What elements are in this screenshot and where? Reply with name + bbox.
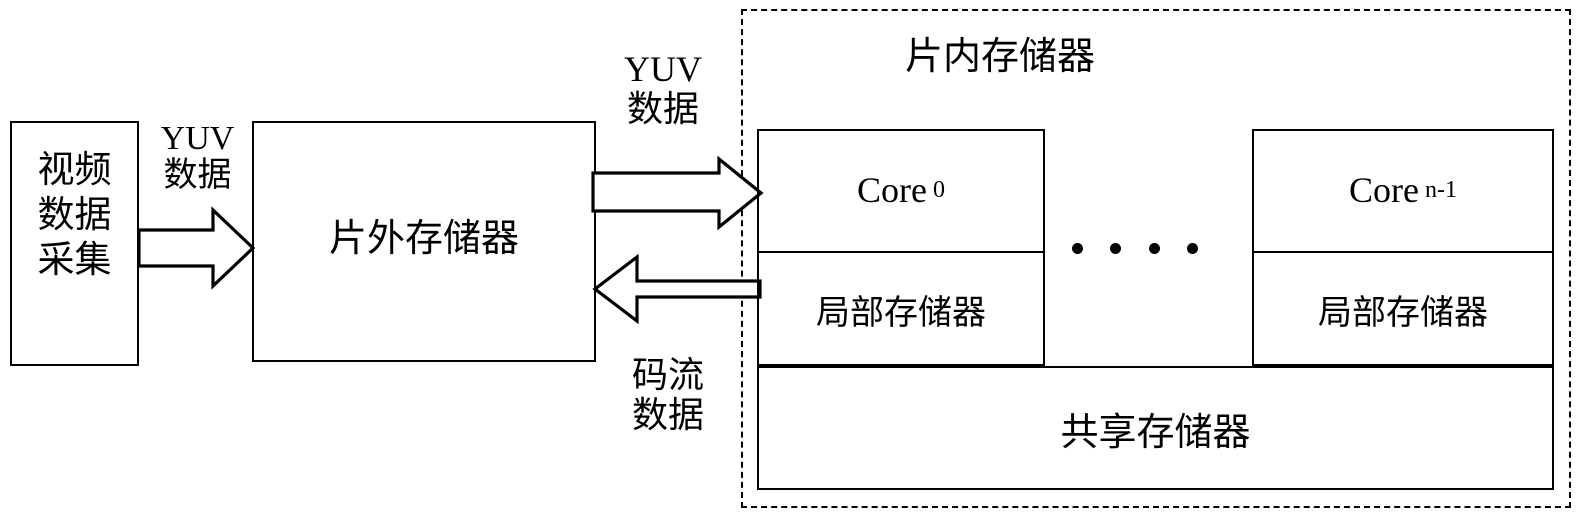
core-n-1-name: Core n-1	[1252, 129, 1554, 251]
shared-memory-label: 共享存储器	[1060, 409, 1251, 454]
core-0-index: 0	[932, 176, 945, 203]
offchip-memory-label: 片外存储器	[328, 216, 519, 260]
onchip-memory-title: 片内存储器	[904, 34, 1095, 78]
core-0-local-memory: 局部存储器	[816, 293, 986, 333]
core-n-1-index: n-1	[1424, 176, 1457, 203]
arrow-offchip-to-onchip-label: YUV 数据	[598, 38, 728, 142]
diagram-canvas: 片内存储器 视频 数据 采集 YUV 数据 片外存储器 YUV 数据 码流 数据…	[0, 0, 1584, 526]
core-0-name-text: Core	[857, 170, 927, 210]
arrow-onchip-to-offchip	[592, 253, 762, 325]
arrow-label-data-1: 数据	[163, 155, 232, 195]
video-capture-label: 视频 数据 采集	[37, 148, 112, 282]
arrow-capture-to-offchip-label: YUV 数据	[140, 112, 255, 202]
core-n-1-local-memory: 局部存储器	[1318, 293, 1488, 333]
arrow-label-data-2: 数据	[626, 89, 699, 130]
core-n-1-name-text: Core	[1349, 170, 1419, 210]
arrow-onchip-to-offchip-label: 码流 数据	[631, 354, 704, 436]
ellipsis-dot	[1186, 242, 1198, 254]
cores-ellipsis	[1072, 242, 1198, 254]
arrow-capture-to-offchip	[137, 206, 256, 290]
core-0-name: Core 0	[757, 129, 1045, 251]
ellipsis-dot	[1148, 242, 1160, 254]
arrow-label-yuv-1: YUV	[160, 119, 235, 157]
arrow-label-yuv-2: YUV	[624, 49, 702, 90]
ellipsis-dot	[1110, 242, 1122, 254]
arrow-offchip-to-onchip	[591, 155, 764, 231]
ellipsis-dot	[1072, 242, 1083, 254]
